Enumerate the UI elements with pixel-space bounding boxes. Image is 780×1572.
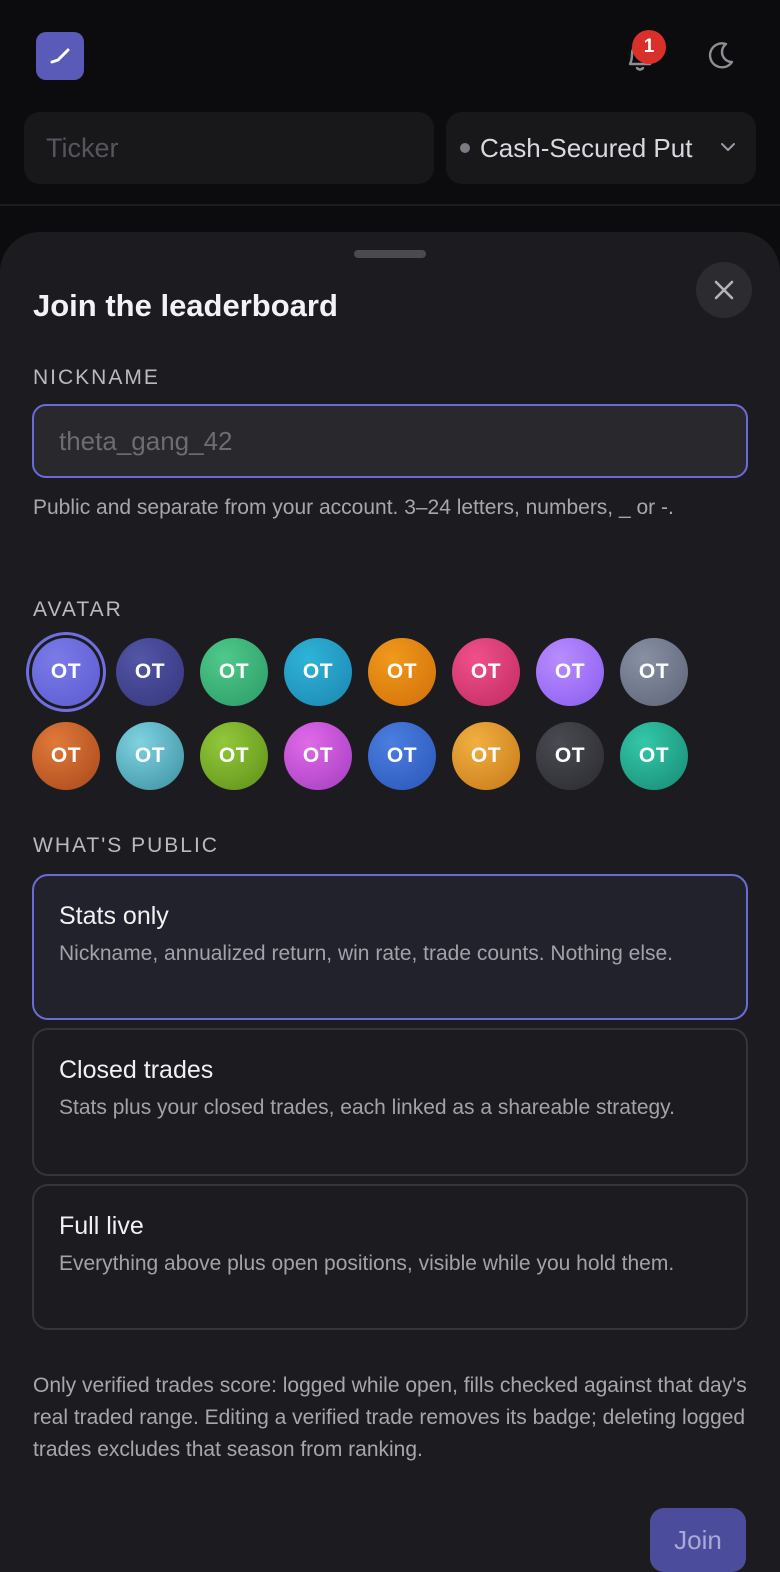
avatar-label: AVATAR bbox=[33, 598, 123, 621]
avatar-option[interactable]: OT bbox=[620, 638, 688, 706]
avatar-option[interactable]: OT bbox=[284, 722, 352, 790]
strategy-selected-label: Cash-Secured Put bbox=[480, 132, 693, 163]
option-description: Nickname, annualized return, win rate, t… bbox=[59, 942, 673, 965]
visibility-option-stats-only[interactable]: Stats only Nickname, annualized return, … bbox=[32, 874, 748, 1020]
strategy-select[interactable]: Cash-Secured Put bbox=[446, 112, 756, 184]
avatar-option[interactable]: OT bbox=[32, 722, 100, 790]
notification-badge: 1 bbox=[632, 30, 666, 64]
chevron-down-icon bbox=[721, 143, 735, 151]
join-button[interactable]: Join bbox=[650, 1508, 746, 1572]
option-title: Closed trades bbox=[59, 1056, 214, 1084]
avatar-option[interactable]: OT bbox=[116, 638, 184, 706]
avatar-option[interactable]: OT bbox=[452, 722, 520, 790]
visibility-label: WHAT'S PUBLIC bbox=[33, 834, 219, 857]
option-title: Stats only bbox=[59, 902, 169, 930]
avatar-option[interactable]: OT bbox=[368, 638, 436, 706]
moon-icon[interactable] bbox=[702, 38, 738, 74]
logo-check-icon bbox=[50, 48, 70, 64]
close-button[interactable] bbox=[696, 262, 752, 318]
option-description: Everything above plus open positions, vi… bbox=[59, 1252, 675, 1275]
strategy-status-dot bbox=[460, 143, 470, 153]
sheet-title: Join the leaderboard bbox=[33, 288, 338, 323]
app-logo[interactable] bbox=[36, 32, 84, 80]
avatar-option[interactable]: OT bbox=[536, 638, 604, 706]
nickname-label: NICKNAME bbox=[33, 366, 160, 389]
nickname-input[interactable] bbox=[32, 404, 748, 478]
avatar-option[interactable]: OT bbox=[200, 638, 268, 706]
avatar-option[interactable]: OT bbox=[284, 638, 352, 706]
ticker-input[interactable] bbox=[24, 112, 434, 184]
avatar-option[interactable]: OT bbox=[368, 722, 436, 790]
option-title: Full live bbox=[59, 1212, 144, 1240]
avatar-option[interactable]: OT bbox=[200, 722, 268, 790]
avatar-option[interactable]: OT bbox=[620, 722, 688, 790]
header-divider bbox=[0, 204, 780, 206]
avatar-option[interactable]: OT bbox=[536, 722, 604, 790]
close-icon bbox=[714, 280, 734, 300]
nickname-hint: Public and separate from your account. 3… bbox=[33, 496, 674, 519]
top-bar: 1 Cash-Secured Put bbox=[0, 0, 780, 206]
visibility-option-full-live[interactable]: Full live Everything above plus open pos… bbox=[32, 1184, 748, 1330]
option-description: Stats plus your closed trades, each link… bbox=[59, 1096, 675, 1119]
join-leaderboard-sheet: Join the leaderboard NICKNAME Public and… bbox=[0, 232, 780, 1572]
verification-note: Only verified trades score: logged while… bbox=[33, 1374, 747, 1461]
avatar-option[interactable]: OT bbox=[452, 638, 520, 706]
sheet-drag-handle[interactable] bbox=[354, 250, 426, 258]
avatar-option[interactable]: OT bbox=[116, 722, 184, 790]
avatar-option[interactable]: OT bbox=[32, 638, 100, 706]
visibility-option-closed-trades[interactable]: Closed trades Stats plus your closed tra… bbox=[32, 1028, 748, 1176]
